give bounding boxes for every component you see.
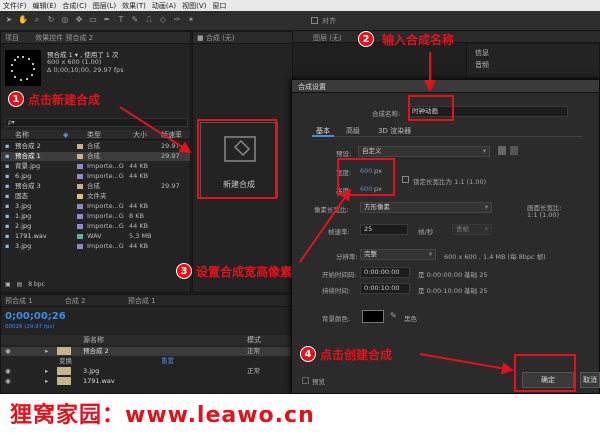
arrow-new-comp — [119, 106, 192, 154]
callout-2-text: 输入合成名称 — [382, 33, 455, 47]
callout-1-text: 点击新建合成 — [28, 93, 101, 107]
arrow-width-height — [299, 188, 352, 263]
callout-3-text: 设置合成宽高像素 — [196, 265, 293, 279]
tutorial-arrows — [119, 52, 514, 375]
callout-4-text: 点击创建合成 — [320, 348, 393, 362]
arrow-ok — [419, 353, 514, 375]
callout-4-badge: 4 — [300, 346, 316, 362]
watermark-text: 狸窝家园：www.leawo.cn — [10, 403, 315, 428]
callout-2-badge: 2 — [358, 31, 374, 47]
callout-1-badge: 1 — [8, 91, 24, 107]
callout-3-badge: 3 — [176, 263, 192, 279]
